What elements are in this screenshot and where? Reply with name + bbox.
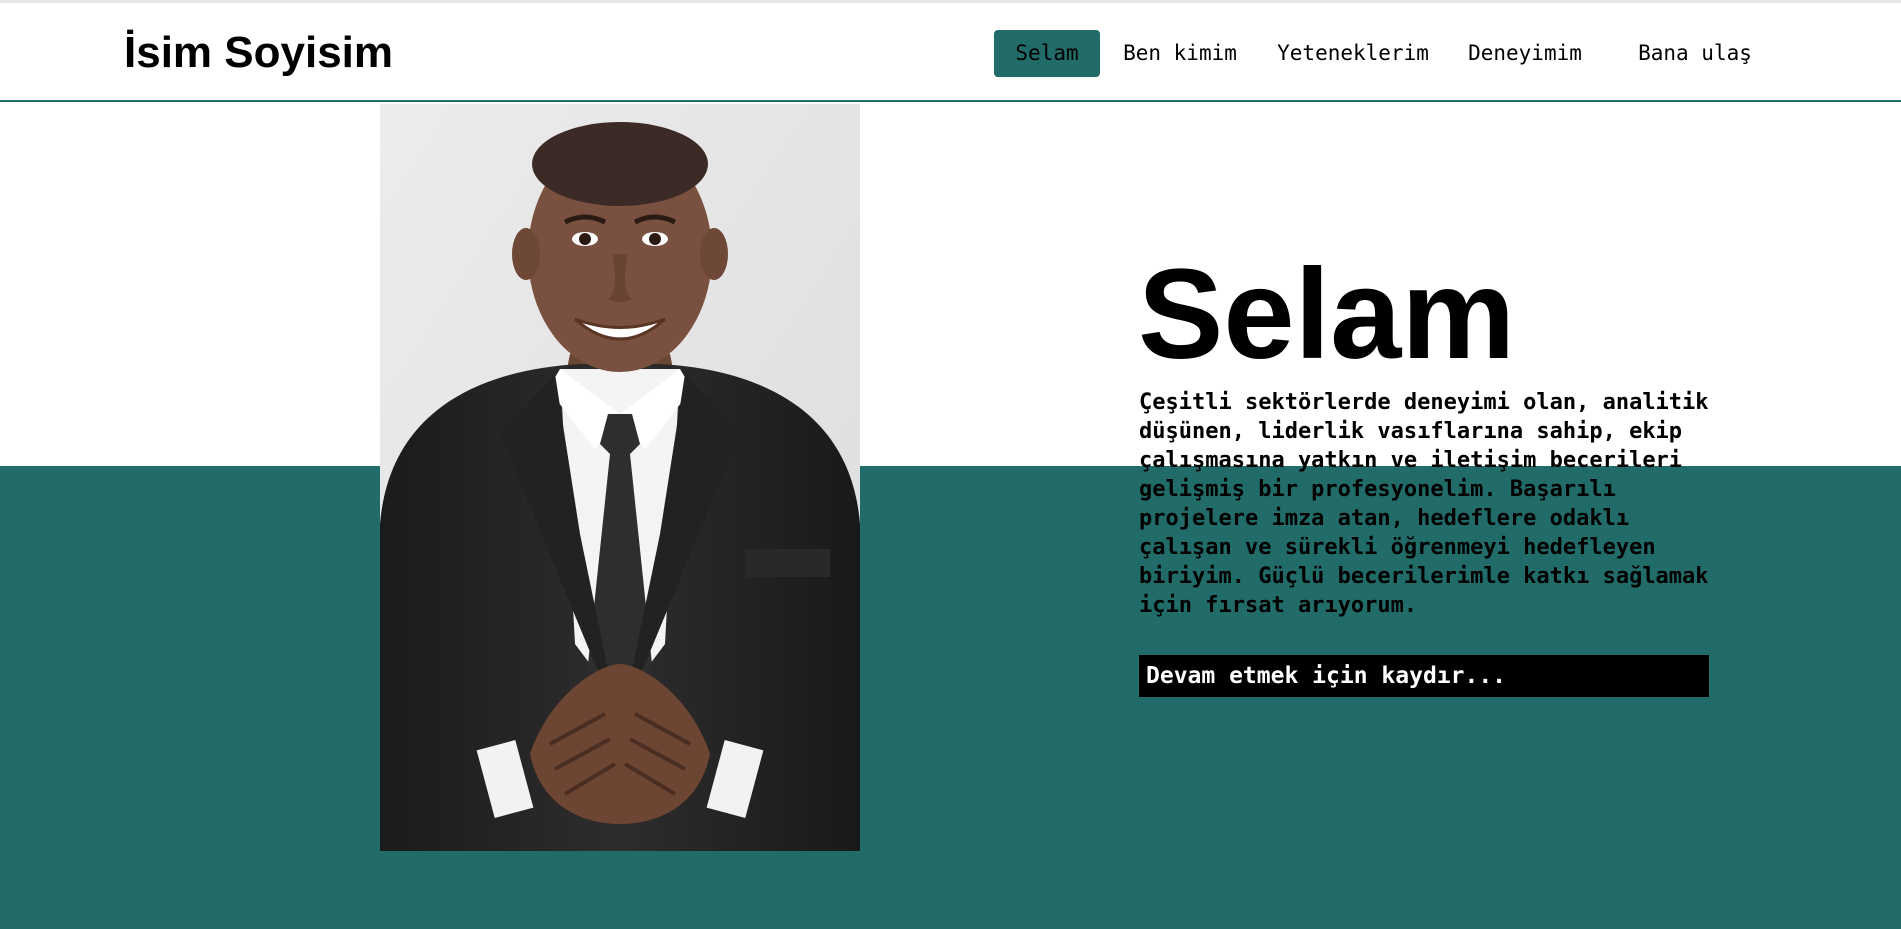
hero-description: Çeşitli sektörlerde deneyimi olan, anali… [1139,390,1709,618]
portrait-photo [380,104,860,851]
portrait-illustration [380,104,860,851]
nav-item-deneyimim[interactable]: Deneyimim [1455,30,1595,77]
page: İsim Soyisim Selam Ben kimim Yetenekleri… [0,0,1901,929]
nav-item-selam[interactable]: Selam [994,30,1100,77]
nav-item-bana-ulas[interactable]: Bana ulaş [1625,30,1765,77]
nav-item-yeteneklerim[interactable]: Yeteneklerim [1260,30,1446,77]
brand-name[interactable]: İsim Soyisim [124,23,393,83]
nav-item-ben-kimim[interactable]: Ben kimim [1109,30,1251,77]
site-header: İsim Soyisim Selam Ben kimim Yetenekleri… [0,3,1901,102]
scroll-hint-banner[interactable]: Devam etmek için kaydır... [1139,655,1709,697]
hero-title: Selam [1138,243,1516,386]
